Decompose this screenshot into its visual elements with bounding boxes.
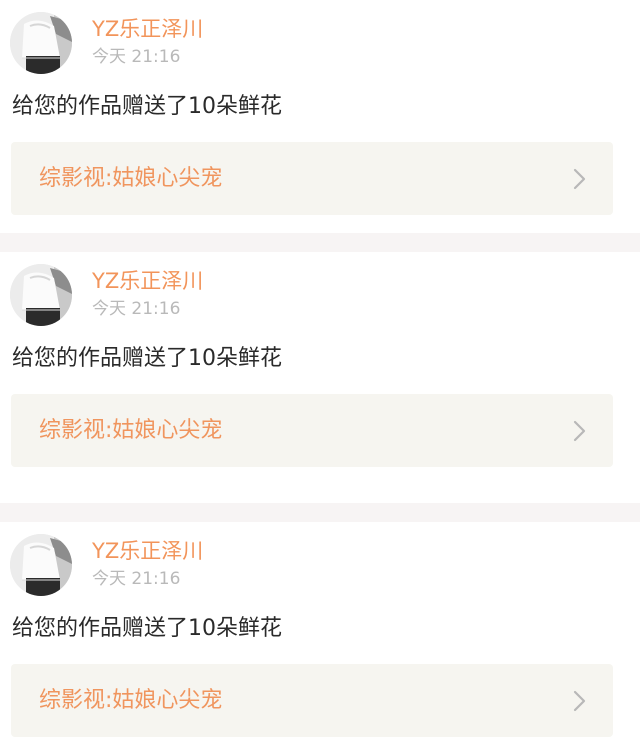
notification-card: YZ乐正泽川 今天 21:16 给您的作品赠送了10朵鲜花 综影视:姑娘心尖宠 xyxy=(0,522,640,750)
username[interactable]: YZ乐正泽川 xyxy=(92,16,203,42)
notification-message: 给您的作品赠送了10朵鲜花 xyxy=(12,94,282,119)
avatar-image xyxy=(10,264,72,326)
work-title: 综影视:姑娘心尖宠 xyxy=(39,166,223,191)
separator xyxy=(0,503,640,522)
avatar[interactable] xyxy=(10,12,72,74)
notification-feed: YZ乐正泽川 今天 21:16 给您的作品赠送了10朵鲜花 综影视:姑娘心尖宠 … xyxy=(0,0,640,750)
chevron-right-icon xyxy=(573,420,586,442)
notification-card: YZ乐正泽川 今天 21:16 给您的作品赠送了10朵鲜花 综影视:姑娘心尖宠 xyxy=(0,0,640,232)
avatar[interactable] xyxy=(10,534,72,596)
notification-card: YZ乐正泽川 今天 21:16 给您的作品赠送了10朵鲜花 综影视:姑娘心尖宠 xyxy=(0,252,640,484)
work-link-card[interactable]: 综影视:姑娘心尖宠 xyxy=(11,394,613,467)
separator xyxy=(0,233,640,252)
avatar-image xyxy=(10,12,72,74)
notification-message: 给您的作品赠送了10朵鲜花 xyxy=(12,346,282,371)
work-title: 综影视:姑娘心尖宠 xyxy=(39,418,223,443)
timestamp: 今天 21:16 xyxy=(92,299,181,319)
work-title: 综影视:姑娘心尖宠 xyxy=(39,688,223,713)
username[interactable]: YZ乐正泽川 xyxy=(92,268,203,294)
timestamp: 今天 21:16 xyxy=(92,569,181,589)
chevron-right-icon xyxy=(573,168,586,190)
work-link-card[interactable]: 综影视:姑娘心尖宠 xyxy=(11,664,613,737)
timestamp: 今天 21:16 xyxy=(92,47,181,67)
notification-message: 给您的作品赠送了10朵鲜花 xyxy=(12,616,282,641)
username[interactable]: YZ乐正泽川 xyxy=(92,538,203,564)
chevron-right-icon xyxy=(573,690,586,712)
avatar[interactable] xyxy=(10,264,72,326)
avatar-image xyxy=(10,534,72,596)
work-link-card[interactable]: 综影视:姑娘心尖宠 xyxy=(11,142,613,215)
